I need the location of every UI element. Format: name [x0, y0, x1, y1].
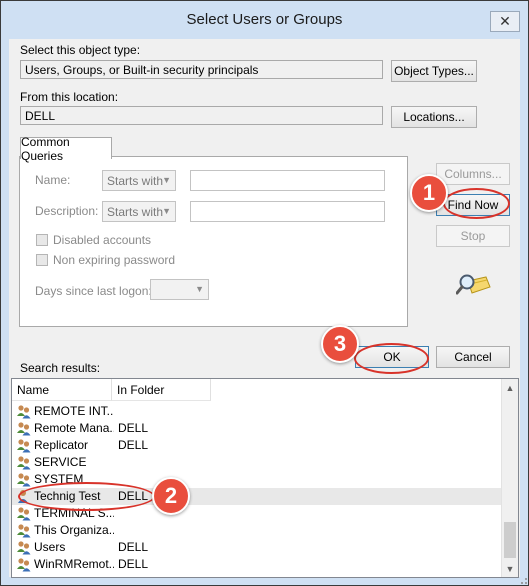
row-folder: DELL [118, 540, 149, 554]
object-type-field: Users, Groups, or Built-in security prin… [20, 60, 383, 79]
table-row[interactable]: Remote Mana... DELL [12, 420, 501, 437]
table-row[interactable]: WinRMRemot... DELL [12, 556, 501, 573]
description-mode-value: Starts with [107, 205, 164, 219]
row-name: Remote Mana... [34, 421, 114, 435]
days-since-logon-select[interactable]: ▼ [150, 279, 209, 300]
user-group-icon [17, 558, 31, 572]
tab-common-queries[interactable]: Common Queries [20, 135, 112, 163]
location-label: From this location: [20, 90, 119, 104]
location-field: DELL [20, 106, 383, 125]
user-group-icon [17, 456, 31, 470]
column-header-in-folder[interactable]: In Folder [112, 379, 211, 401]
table-row[interactable]: REMOTE INT... [12, 403, 501, 420]
user-group-icon [17, 524, 31, 538]
find-now-highlight [443, 188, 510, 219]
user-group-icon [17, 473, 31, 487]
description-label: Description: [35, 204, 99, 218]
user-group-icon [17, 439, 31, 453]
object-types-button[interactable]: Object Types... [391, 60, 477, 82]
days-since-logon-label: Days since last logon: [35, 284, 152, 298]
step-badge-3: 3 [321, 325, 359, 363]
common-queries-panel: Name: Starts with ▼ Description: Starts w… [19, 156, 408, 327]
row-name: WinRMRemot... [34, 557, 114, 571]
disabled-accounts-checkbox[interactable] [36, 234, 48, 246]
non-expiring-password-label: Non expiring password [53, 253, 176, 267]
step-badge-1: 1 [410, 174, 448, 212]
chevron-down-icon: ▼ [162, 175, 171, 185]
ok-highlight [354, 343, 429, 374]
object-type-label: Select this object type: [20, 43, 141, 57]
table-row[interactable]: Replicator DELL [12, 437, 501, 454]
stop-button[interactable]: Stop [436, 225, 510, 247]
column-header-name[interactable]: Name [12, 379, 112, 401]
description-input[interactable] [190, 201, 385, 222]
resize-grip-icon[interactable] [516, 573, 528, 585]
name-mode-select[interactable]: Starts with ▼ [102, 170, 176, 191]
user-group-icon [17, 422, 31, 436]
row-folder: DELL [118, 557, 149, 571]
description-mode-select[interactable]: Starts with ▼ [102, 201, 176, 222]
results-scrollbar[interactable]: ▲ ▼ [501, 379, 518, 577]
close-button[interactable]: ✕ [490, 11, 520, 32]
table-row[interactable]: SERVICE [12, 454, 501, 471]
search-results-list[interactable]: Name In Folder REMOTE INT... Remote Mana.… [11, 378, 519, 578]
non-expiring-password-checkbox[interactable] [36, 254, 48, 266]
locations-button[interactable]: Locations... [391, 106, 477, 128]
step-badge-2: 2 [152, 477, 190, 515]
chevron-down-icon: ▼ [162, 206, 171, 216]
name-input[interactable] [190, 170, 385, 191]
cancel-button[interactable]: Cancel [436, 346, 510, 368]
table-row[interactable]: Users DELL [12, 539, 501, 556]
user-group-icon [17, 541, 31, 555]
scroll-up-icon[interactable]: ▲ [502, 379, 518, 396]
row-name: Replicator [34, 438, 89, 452]
row-name: REMOTE INT... [34, 404, 114, 418]
technig-test-highlight [18, 482, 155, 511]
user-group-icon [17, 405, 31, 419]
title-bar[interactable]: Select Users or Groups ✕ [1, 1, 528, 39]
disabled-accounts-label: Disabled accounts [53, 233, 152, 247]
columns-button[interactable]: Columns... [436, 163, 510, 185]
search-folder-icon [456, 274, 491, 295]
row-name: Users [34, 540, 66, 554]
row-folder: DELL [118, 421, 149, 435]
window-title: Select Users or Groups [186, 11, 343, 28]
row-name: This Organiza... [34, 523, 114, 537]
name-label: Name: [35, 173, 71, 187]
chevron-down-icon: ▼ [195, 284, 204, 294]
name-mode-value: Starts with [107, 174, 164, 188]
search-results-label: Search results: [20, 361, 101, 375]
table-row[interactable]: This Organiza... [12, 522, 501, 539]
scroll-thumb[interactable] [504, 522, 516, 558]
user-group-icon [17, 507, 31, 521]
close-icon: ✕ [499, 13, 511, 29]
row-folder: DELL [118, 438, 149, 452]
row-name: SERVICE [34, 455, 87, 469]
